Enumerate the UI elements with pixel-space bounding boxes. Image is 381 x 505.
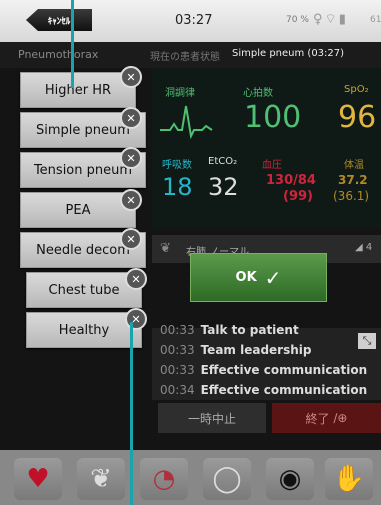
spo2-value: 96 [338,100,377,135]
log-entry: 00:33 Talk to patient [160,323,299,337]
rhythm-label: 洞調律 [165,88,195,99]
annotation-line-bottom [130,322,133,505]
resp-rate-label: 呼吸数 [162,160,192,171]
wifi-icon: ⌔ [324,12,339,27]
temperature-label: 体温 [344,160,364,171]
battery-percent: 70 % [286,15,309,25]
close-icon[interactable]: ✕ [120,107,142,129]
etco2-label: EtCO₂ [208,156,238,167]
temperature-value: 37.2 [338,173,368,187]
lungs-icon: ❦ [160,241,171,256]
close-icon[interactable]: ✕ [120,147,142,169]
log-entry: 00:34 Effective communication [160,383,368,397]
ecg-trace [160,105,213,140]
close-icon[interactable]: ✕ [125,308,147,330]
eye-icon[interactable]: ◉ [266,458,314,500]
battery-percent-secondary: 61 [370,15,381,25]
close-icon[interactable]: ✕ [120,228,142,250]
battery-icon: ▮ [338,12,348,27]
checkmark-icon: ✓ [264,265,282,290]
blood-pressure-value: 130/84 [266,173,316,188]
temperature-secondary: (36.1) [333,189,370,203]
end-button[interactable]: 終了 ∕⊕ [272,403,381,433]
system-status-icons: ♀⌔▮ [313,11,348,27]
annotation-line-top [71,0,74,88]
resp-rate-value: 18 [162,173,193,201]
blood-pressure-label: 血圧 [262,160,282,171]
log-entry: 00:33 Effective communication [160,363,368,377]
gloves-icon[interactable]: ✋ [325,458,373,500]
clock: 03:27 [175,13,213,28]
stomach-icon[interactable]: ◔ [140,458,188,500]
blood-pressure-mean: (99) [283,189,313,204]
pause-button[interactable]: 一時中止 [158,403,266,433]
close-icon[interactable]: ✕ [120,66,142,88]
command-higher-hr[interactable]: Higher HR [20,72,136,108]
patient-state-value: Simple pneum (03:27) [232,48,345,59]
log-entry: 00:33 Team leadership [160,343,312,357]
patient-state-label: 現在の患者状態 [150,52,220,63]
speech-bubble-icon[interactable]: ◯ [203,458,251,500]
cancel-button[interactable]: ｷｬﾝｾﾙ [26,9,92,31]
expand-log-icon[interactable]: ⤡ [358,333,376,349]
heart-rate-value: 100 [244,100,302,135]
ok-label: OK [235,270,257,285]
heart-icon[interactable]: ♥ [14,458,62,500]
close-icon[interactable]: ✕ [120,189,142,211]
spo2-label: SpO₂ [344,84,369,95]
etco2-value: 32 [208,173,239,201]
ok-button[interactable]: OK ✓ [190,253,327,302]
lungs-icon[interactable]: ❦ [77,458,125,500]
signal-strength: ◢ 4 [355,242,373,253]
end-label: 終了 [305,411,330,426]
close-icon[interactable]: ✕ [125,268,147,290]
scenario-name: Pneumothorax [18,48,99,61]
heart-rate-label: 心拍数 [243,88,273,99]
end-icon: ∕⊕ [333,411,348,425]
person-icon: ♀ [313,12,325,27]
command-pea[interactable]: PEA [20,192,136,228]
